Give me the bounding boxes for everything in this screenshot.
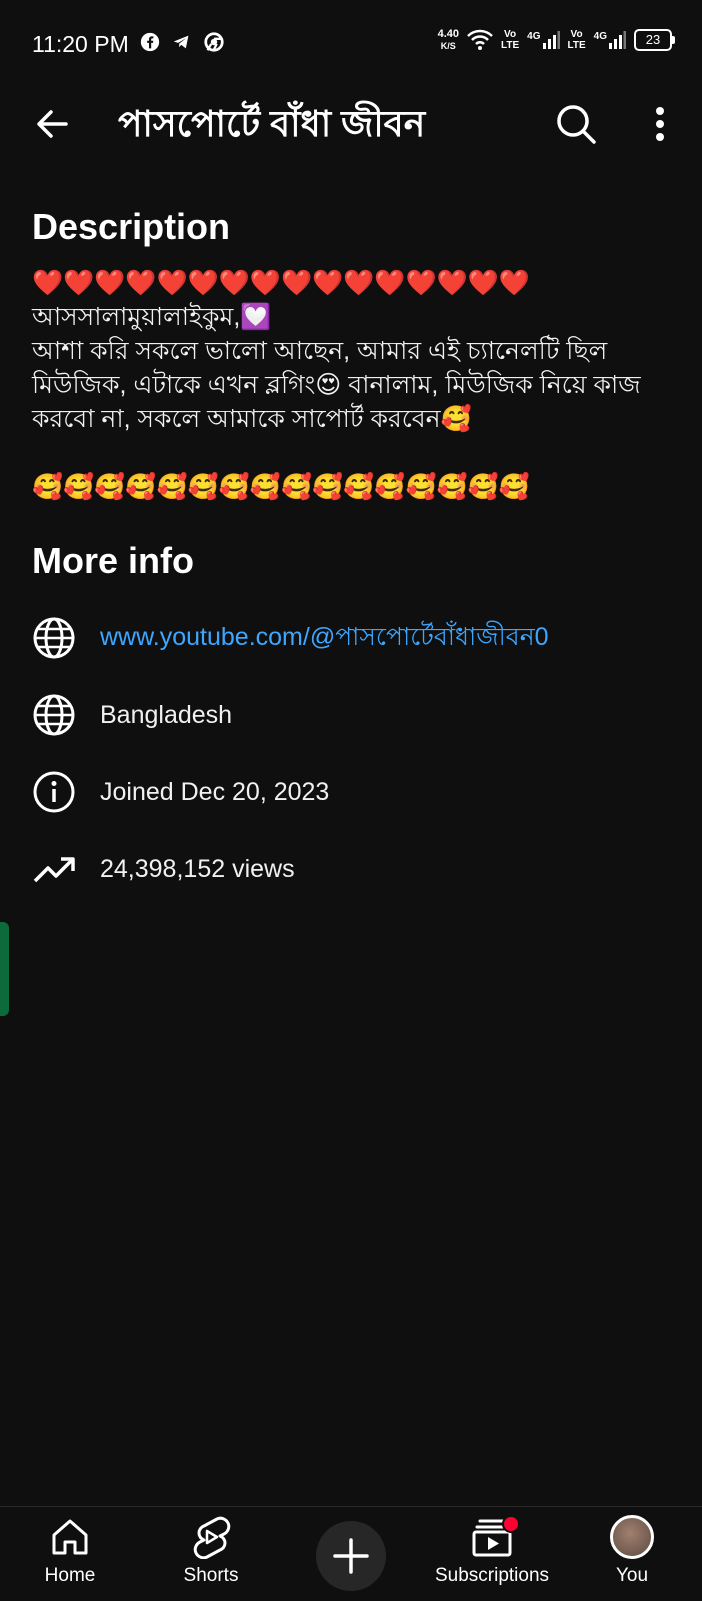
joined-date: Joined Dec 20, 2023 [100,777,330,806]
country-row: Bangladesh [32,692,672,738]
channel-link[interactable]: www.youtube.com/@পাসপোর্টেবাঁধাজীবন0 [100,617,549,660]
country-text: Bangladesh [100,700,233,729]
sim2-signal: 4G [594,31,626,49]
status-indicators: 4.40 K/S Vo LTE 4G Vo LTE 4G 23 [437,28,675,52]
bottom-navigation: Home Shorts Subscriptions You [0,1506,702,1601]
description-text: ❤️❤️❤️❤️❤️❤️❤️❤️❤️❤️❤️❤️❤️❤️❤️❤️ আসসালাম… [32,269,641,501]
nav-you[interactable]: You [567,1513,697,1597]
nav-home-label: Home [44,1565,96,1586]
facebook-icon [140,32,160,52]
plus-icon [333,1538,369,1574]
globe-icon [32,616,76,660]
page-title: পাসপোর্টে বাঁধা জীবন [118,103,426,144]
arrow-left-icon [37,110,68,138]
sim2-volte: Vo LTE [567,29,586,51]
home-icon [52,1519,88,1555]
back-button[interactable] [28,100,76,148]
more-options-button[interactable] [636,100,684,148]
status-bar: 11:20 PM 4.40 K/S Vo LTE 4G Vo LTE 4G 23 [0,0,702,88]
chrome-icon [204,32,224,52]
nav-subscriptions[interactable]: Subscriptions [427,1513,557,1597]
nav-shorts-label: Shorts [183,1565,239,1586]
sim1-volte: Vo LTE [501,29,520,51]
view-count: 24,398,152 views [100,854,295,883]
notification-dot [502,1515,520,1533]
description-heading: Description [32,206,231,247]
create-button[interactable] [316,1521,386,1591]
sim1-signal: 4G [527,31,560,49]
telegram-icon [173,35,189,49]
network-speed: 4.40 K/S [437,28,459,51]
edge-panel-handle[interactable] [0,922,9,1016]
shorts-icon [193,1516,231,1559]
nav-home[interactable]: Home [5,1513,135,1597]
nav-you-label: You [615,1565,649,1586]
wifi-icon [467,29,493,50]
status-time: 11:20 PM [32,31,129,57]
search-button[interactable] [552,100,600,148]
nav-subscriptions-label: Subscriptions [434,1565,550,1586]
globe-icon [32,693,76,737]
nav-shorts[interactable]: Shorts [146,1513,276,1597]
battery-indicator: 23 [634,29,675,51]
signal-bars-icon [609,31,626,49]
trending-up-icon [32,847,76,891]
more-vert-icon [656,107,664,141]
joined-row: Joined Dec 20, 2023 [32,769,672,815]
signal-bars-icon [542,31,560,49]
info-icon [32,770,76,814]
more-info-heading: More info [32,540,194,581]
top-app-bar: পাসপোর্টে বাঁধা জীবন [0,88,702,160]
avatar [610,1515,654,1559]
status-app-icons [139,31,225,53]
channel-link-row[interactable]: www.youtube.com/@পাসপোর্টেবাঁধাজীবন0 [32,615,672,661]
views-row: 24,398,152 views [32,846,672,892]
search-icon [557,105,596,144]
